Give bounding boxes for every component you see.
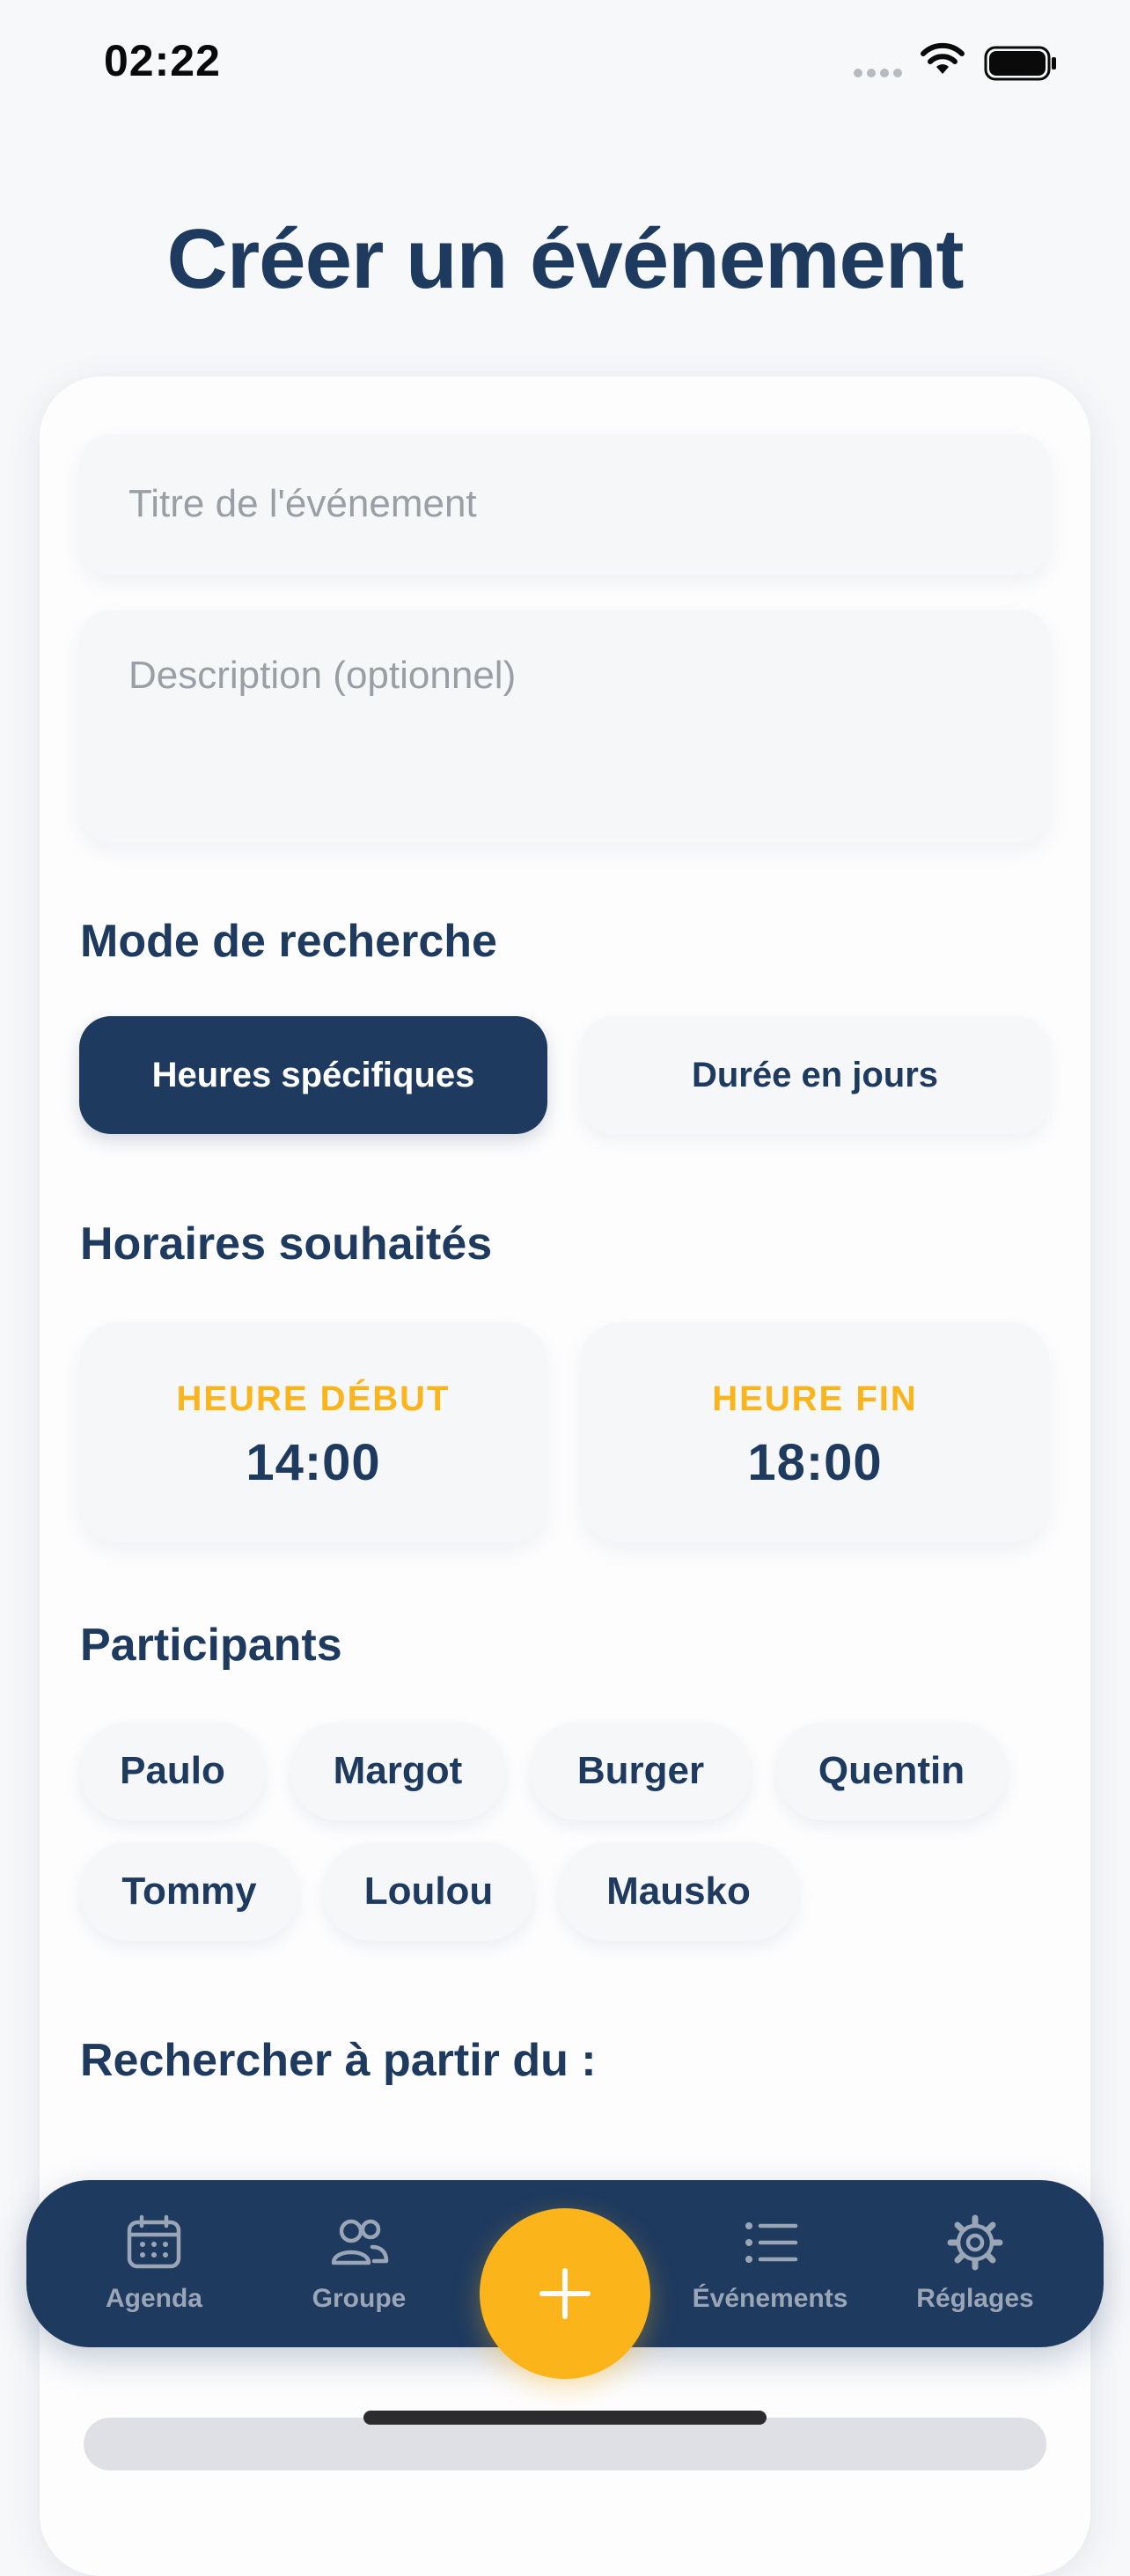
tab-agenda-label: Agenda (105, 2284, 202, 2313)
tab-evenements[interactable]: Événements (682, 2180, 858, 2347)
tab-reglages[interactable]: Réglages (887, 2180, 1063, 2347)
participant-chip-burger[interactable]: Burger (530, 1722, 752, 1820)
search-mode-label: Mode de recherche (80, 916, 497, 967)
plus-icon (539, 2268, 591, 2319)
wifi-icon (921, 42, 965, 74)
gear-icon (947, 2214, 1003, 2271)
battery-icon (984, 46, 1056, 81)
page-title: Créer un événement (166, 212, 964, 306)
search-from-label: Rechercher à partir du : (80, 2035, 597, 2086)
tab-evenements-label: Événements (692, 2284, 848, 2313)
participant-chip-paulo[interactable]: Paulo (79, 1722, 266, 1820)
list-icon (745, 2222, 798, 2263)
start-time-label: HEURE DÉBUT (176, 1379, 451, 1418)
end-time-picker[interactable]: HEURE FIN 18:00 (581, 1322, 1049, 1542)
mode-duration-days-button[interactable]: Durée en jours (581, 1016, 1049, 1134)
event-description-input[interactable] (79, 610, 1051, 843)
participant-chip-tommy[interactable]: Tommy (79, 1842, 299, 1941)
schedule-label: Horaires souhaités (80, 1218, 493, 1270)
participant-chip-loulou[interactable]: Loulou (323, 1842, 534, 1941)
group-icon (331, 2219, 389, 2265)
participants-label: Participants (80, 1620, 342, 1671)
participant-chip-mausko[interactable]: Mausko (558, 1842, 799, 1941)
tab-groupe[interactable]: Groupe (271, 2180, 447, 2347)
signal-icon (854, 69, 902, 77)
next-field-peek (84, 2418, 1046, 2470)
participant-chip-margot[interactable]: Margot (290, 1722, 506, 1820)
end-time-label: HEURE FIN (712, 1379, 918, 1418)
tab-agenda[interactable]: Agenda (66, 2180, 242, 2347)
home-indicator (363, 2411, 767, 2425)
tab-reglages-label: Réglages (916, 2284, 1034, 2313)
status-bar: 02:22 (0, 0, 1130, 123)
status-time: 02:22 (104, 36, 221, 85)
tab-groupe-label: Groupe (312, 2284, 407, 2313)
event-title-input[interactable] (79, 434, 1051, 574)
participant-chip-quentin[interactable]: Quentin (775, 1722, 1008, 1820)
calendar-icon (127, 2214, 181, 2269)
create-event-fab[interactable] (480, 2208, 650, 2379)
mode-specific-hours-button[interactable]: Heures spécifiques (79, 1016, 547, 1134)
end-time-value: 18:00 (747, 1434, 883, 1491)
start-time-picker[interactable]: HEURE DÉBUT 14:00 (79, 1322, 547, 1542)
start-time-value: 14:00 (246, 1434, 381, 1491)
